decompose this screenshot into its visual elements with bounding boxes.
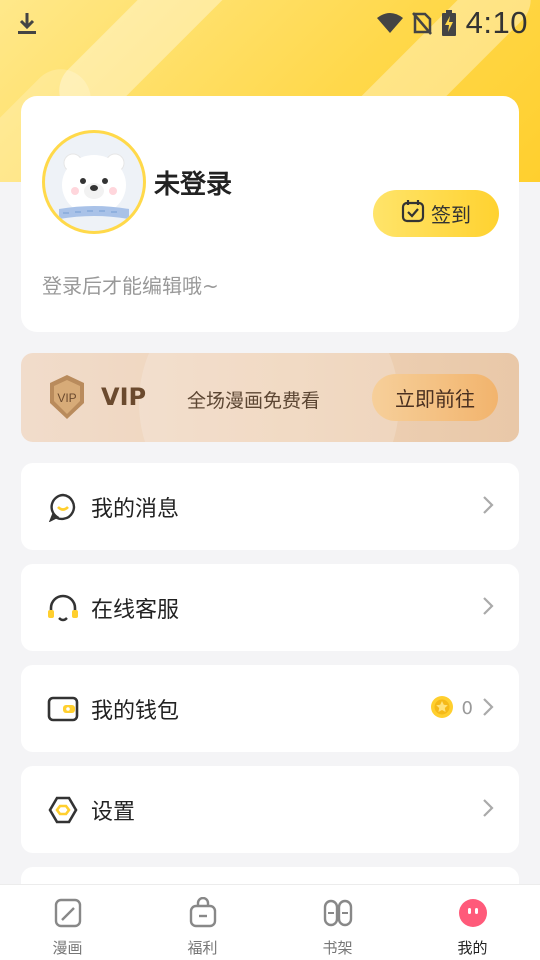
calendar-check-icon <box>401 199 425 228</box>
username[interactable]: 未登录 <box>154 164 232 201</box>
menu-label-wallet: 我的钱包 <box>91 698 180 724</box>
chevron-right-icon <box>481 797 495 823</box>
vip-banner[interactable]: VIP VIP 全场漫画免费看 立即前往 <box>21 353 519 442</box>
tab-label: 我的 <box>457 939 488 957</box>
menu-label-customer-service: 在线客服 <box>91 597 180 623</box>
tab-label: 书架 <box>322 939 353 957</box>
menu-item-settings[interactable]: 设置 <box>21 766 519 853</box>
profile-hint: 登录后才能编辑哦~ <box>42 274 219 298</box>
comic-icon <box>53 897 83 933</box>
vip-go-button[interactable]: 立即前往 <box>372 374 498 421</box>
tab-mine[interactable]: 我的 <box>405 885 540 960</box>
menu-item-customer-service[interactable]: 在线客服 <box>21 564 519 651</box>
no-sim-icon <box>411 11 432 35</box>
tab-label: 福利 <box>187 939 218 957</box>
vip-title: VIP <box>101 383 147 411</box>
signin-button[interactable]: 签到 <box>373 190 499 237</box>
vip-badge-text: VIP <box>57 391 76 405</box>
chevron-right-icon <box>481 494 495 520</box>
bookshelf-icon <box>322 897 354 933</box>
tab-welfare[interactable]: 福利 <box>135 885 270 960</box>
vip-description: 全场漫画免费看 <box>187 390 321 412</box>
battery-charging-icon <box>441 10 456 36</box>
profile-card: 未登录 签到 登录后才能编辑哦~ <box>21 96 519 332</box>
chevron-right-icon <box>481 595 495 621</box>
hexagon-settings-icon <box>47 794 79 826</box>
menu-label-settings: 设置 <box>91 799 136 825</box>
polar-bear-avatar <box>59 153 129 219</box>
menu-label-messages: 我的消息 <box>91 496 180 522</box>
status-bar: 4:10 <box>0 0 540 46</box>
coin-count: 0 <box>461 698 473 719</box>
gift-bag-icon <box>188 896 218 933</box>
wallet-icon <box>47 693 79 725</box>
tab-label: 漫画 <box>52 939 83 957</box>
status-time: 4:10 <box>465 5 528 40</box>
tab-bookshelf[interactable]: 书架 <box>270 885 405 960</box>
profile-face-icon <box>457 897 489 933</box>
coin-icon <box>430 695 454 723</box>
chevron-right-icon <box>481 696 495 722</box>
wifi-icon <box>376 12 404 34</box>
menu-item-messages[interactable]: 我的消息 <box>21 463 519 550</box>
menu-item-wallet[interactable]: 我的钱包 0 <box>21 665 519 752</box>
download-icon <box>16 10 38 36</box>
avatar[interactable] <box>42 130 146 234</box>
signin-label: 签到 <box>431 203 471 227</box>
vip-badge-icon: VIP <box>47 373 87 425</box>
bottom-tab-bar: 漫画 福利 书架 我的 <box>0 884 540 960</box>
tab-comics[interactable]: 漫画 <box>0 885 135 960</box>
headset-icon <box>47 592 79 624</box>
message-bubble-icon <box>47 491 79 523</box>
